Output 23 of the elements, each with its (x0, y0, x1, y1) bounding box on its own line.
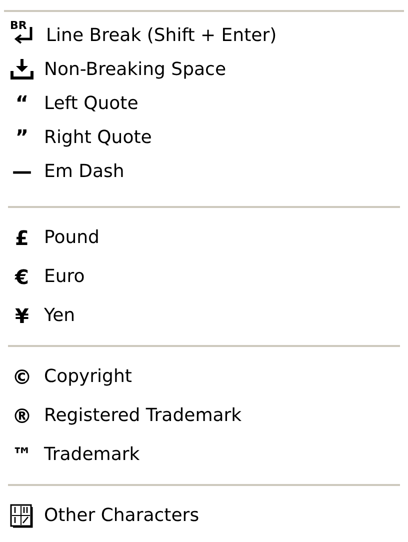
character-map-icon (10, 504, 34, 528)
symbol-icon: ® (10, 406, 34, 426)
menu-item[interactable]: ¥ Yen (0, 296, 408, 335)
menu-item[interactable]: € Euro (0, 257, 408, 296)
download-icon (10, 58, 34, 80)
symbol-icon: ¥ (10, 306, 34, 326)
menu-item[interactable]: Non-Breaking Space (0, 52, 408, 86)
menu-item[interactable]: ® Registered Trademark (0, 396, 408, 435)
menu-item[interactable]: ” Right Quote (0, 120, 408, 154)
menu-item[interactable]: © Copyright (0, 357, 408, 396)
symbol-icon: ™ (10, 444, 34, 464)
symbol-icon: ” (10, 127, 34, 147)
menu-item[interactable]: ™ Trademark (0, 435, 408, 474)
menu-item[interactable]: £ Pound (0, 218, 408, 257)
symbol-icon: © (10, 366, 34, 386)
menu-item[interactable]: “ Left Quote (0, 86, 408, 120)
menu-item[interactable]: BR Line Break (Shift + Enter) (0, 18, 408, 52)
menu-item[interactable]: Other Characters (0, 496, 408, 535)
symbol-icon: — (10, 161, 34, 181)
symbol-icon: “ (10, 93, 34, 113)
symbol-icon: € (10, 266, 34, 286)
menu-item[interactable]: — Em Dash (0, 154, 408, 188)
symbol-icon: £ (10, 228, 34, 248)
